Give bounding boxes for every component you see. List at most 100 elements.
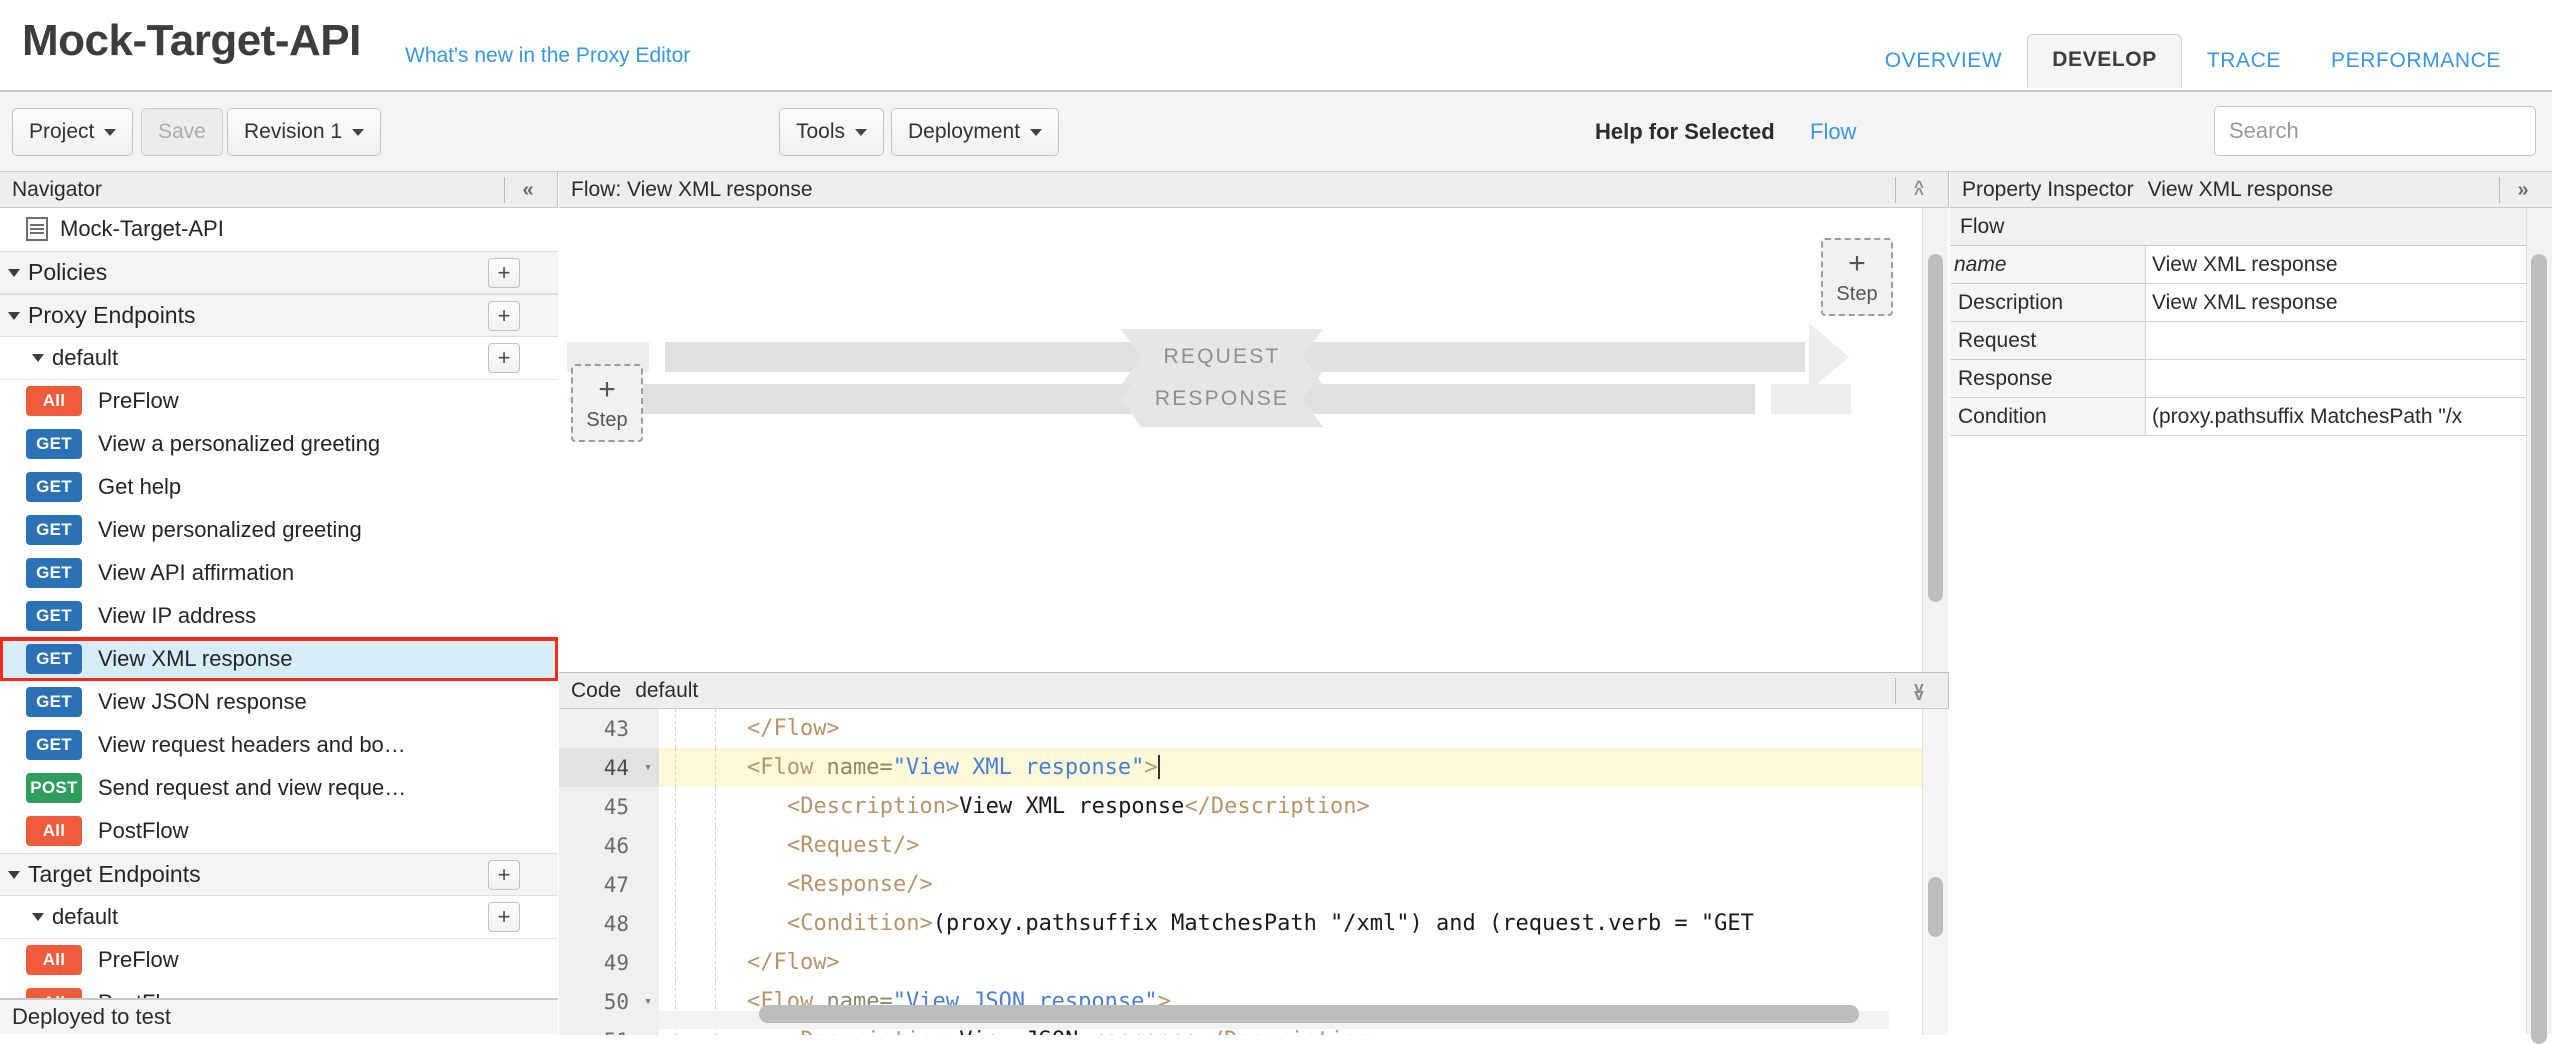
code-line-text: </Flow> <box>747 716 1949 741</box>
inspector-row-value[interactable]: View XML response <box>2146 284 2526 321</box>
flow-scroll-track[interactable] <box>1922 208 1948 672</box>
fold-toggle-icon[interactable] <box>637 865 659 904</box>
deployment-button[interactable]: Deployment <box>891 108 1059 156</box>
revision-label: Revision 1 <box>244 120 342 144</box>
flow-list-item[interactable]: GETGet help <box>0 466 558 509</box>
code-line[interactable]: 47<Response/> <box>559 865 1949 904</box>
inspector-scrollbar-thumb[interactable] <box>2531 254 2547 1044</box>
text-cursor <box>1158 755 1160 779</box>
navigator-tree: Mock-Target-APIPolicies+Proxy Endpoints+… <box>0 208 558 998</box>
double-chevron-down-icon[interactable]: vv <box>1896 673 1940 709</box>
save-button[interactable]: Save <box>141 108 223 156</box>
chevron-down-icon <box>32 913 44 921</box>
flow-list-item[interactable]: GETView JSON response <box>0 681 558 724</box>
line-number: 44 <box>559 748 637 787</box>
tree-subgroup-2-0[interactable]: default+ <box>0 896 558 939</box>
page-title: Mock-Target-API <box>22 16 361 66</box>
add-button[interactable]: + <box>488 343 520 373</box>
tree-root-row[interactable]: Mock-Target-API <box>0 208 558 251</box>
code-panel: Code default vv 43</Flow>44▾<Flow name="… <box>559 672 1949 1034</box>
line-number: 47 <box>559 865 637 904</box>
double-chevron-left-icon[interactable]: « <box>505 172 549 208</box>
tree-group-2[interactable]: Target Endpoints+ <box>0 853 558 896</box>
line-number: 45 <box>559 787 637 826</box>
fold-toggle-icon[interactable] <box>637 1021 659 1035</box>
fold-toggle-icon[interactable] <box>637 787 659 826</box>
flow-list-item[interactable]: AllPreFlow <box>0 939 558 982</box>
double-chevron-up-icon[interactable]: ^^ <box>1896 172 1940 208</box>
code-hscroll-track[interactable] <box>659 1011 1889 1029</box>
tree-group-1[interactable]: Proxy Endpoints+ <box>0 294 558 337</box>
code-line-text: <Condition>(proxy.pathsuffix MatchesPath… <box>747 911 1949 936</box>
whats-new-link[interactable]: What's new in the Proxy Editor <box>405 44 690 68</box>
http-verb-badge: All <box>26 945 82 975</box>
flow-list-item[interactable]: GETView request headers and bo… <box>0 724 558 767</box>
code-line-text: </Flow> <box>747 950 1949 975</box>
indent-guides <box>659 865 747 904</box>
fold-toggle-icon[interactable]: ▾ <box>637 982 659 1021</box>
tab-performance[interactable]: PERFORMANCE <box>2306 35 2526 88</box>
inspector-row: nameView XML response <box>1950 246 2526 284</box>
fold-toggle-icon[interactable] <box>637 904 659 943</box>
code-line[interactable]: 44▾<Flow name="View XML response"> <box>559 748 1949 787</box>
tools-button[interactable]: Tools <box>779 108 884 156</box>
inspector-row-value[interactable]: (proxy.pathsuffix MatchesPath "/x <box>2146 398 2526 435</box>
project-button[interactable]: Project <box>12 108 133 156</box>
help-target-link[interactable]: Flow <box>1810 119 1856 145</box>
fold-toggle-icon[interactable] <box>637 709 659 748</box>
fold-toggle-icon[interactable]: ▾ <box>637 748 659 787</box>
revision-selector[interactable]: Revision 1 <box>227 108 381 156</box>
flow-list-item[interactable]: POSTSend request and view reque… <box>0 767 558 810</box>
code-vscroll-track[interactable] <box>1922 709 1948 1035</box>
code-line[interactable]: 48<Condition>(proxy.pathsuffix MatchesPa… <box>559 904 1949 943</box>
inspector-scroll-track[interactable] <box>2526 208 2552 1034</box>
http-verb-badge: GET <box>26 601 82 631</box>
chevron-down-icon <box>8 312 20 320</box>
code-line[interactable]: 49</Flow> <box>559 943 1949 982</box>
chevron-down-icon <box>1030 129 1042 136</box>
fold-toggle-icon[interactable] <box>637 943 659 982</box>
flow-list-item[interactable]: GETView XML response <box>0 638 558 681</box>
flow-list-item[interactable]: GETView IP address <box>0 595 558 638</box>
tree-group-0[interactable]: Policies+ <box>0 251 558 294</box>
flow-list-item[interactable]: GETView API affirmation <box>0 552 558 595</box>
main-tabs: OVERVIEW DEVELOP TRACE PERFORMANCE <box>1860 34 2526 88</box>
tab-overview[interactable]: OVERVIEW <box>1860 35 2028 88</box>
inspector-row-value[interactable]: View XML response <box>2146 246 2526 283</box>
code-editor[interactable]: 43</Flow>44▾<Flow name="View XML respons… <box>559 709 1949 1035</box>
flow-list-item[interactable]: AllPostFlow <box>0 810 558 853</box>
tab-develop[interactable]: DEVELOP <box>2027 34 2182 88</box>
search-input[interactable] <box>2214 106 2536 156</box>
double-chevron-right-icon[interactable]: » <box>2500 172 2544 208</box>
line-number: 46 <box>559 826 637 865</box>
flow-list-item[interactable]: GETView personalized greeting <box>0 509 558 552</box>
flow-list-item-label: Send request and view reque… <box>98 775 406 801</box>
http-verb-badge: GET <box>26 472 82 502</box>
inspector-section-label: Flow <box>1950 208 2526 246</box>
add-step-button-top[interactable]: + Step <box>1821 238 1893 316</box>
code-line[interactable]: 43</Flow> <box>559 709 1949 748</box>
code-line[interactable]: 45<Description>View XML response</Descri… <box>559 787 1949 826</box>
plus-icon: + <box>1848 249 1866 279</box>
fold-toggle-icon[interactable] <box>637 826 659 865</box>
add-button[interactable]: + <box>488 258 520 288</box>
inspector-row-value[interactable] <box>2146 322 2526 359</box>
inspector-row-value[interactable] <box>2146 360 2526 397</box>
flow-list-item-label: PostFlow <box>98 818 188 844</box>
add-button[interactable]: + <box>488 860 520 890</box>
http-verb-badge: GET <box>26 515 82 545</box>
code-vscrollbar-thumb[interactable] <box>1928 877 1943 937</box>
code-line[interactable]: 46<Request/> <box>559 826 1949 865</box>
code-panel-header: Code default vv <box>559 673 1948 709</box>
flow-scrollbar-thumb[interactable] <box>1928 254 1943 602</box>
flow-canvas: + Step REQUEST RESPONSE + Step <box>559 208 1949 672</box>
tab-trace[interactable]: TRACE <box>2182 35 2306 88</box>
add-step-button-bottom[interactable]: + Step <box>571 364 643 442</box>
flow-list-item[interactable]: AllPostFlow <box>0 982 558 998</box>
add-button[interactable]: + <box>488 301 520 331</box>
code-hscrollbar-thumb[interactable] <box>759 1005 1859 1023</box>
add-button[interactable]: + <box>488 902 520 932</box>
tree-subgroup-1-0[interactable]: default+ <box>0 337 558 380</box>
flow-list-item[interactable]: GETView a personalized greeting <box>0 423 558 466</box>
flow-list-item[interactable]: AllPreFlow <box>0 380 558 423</box>
